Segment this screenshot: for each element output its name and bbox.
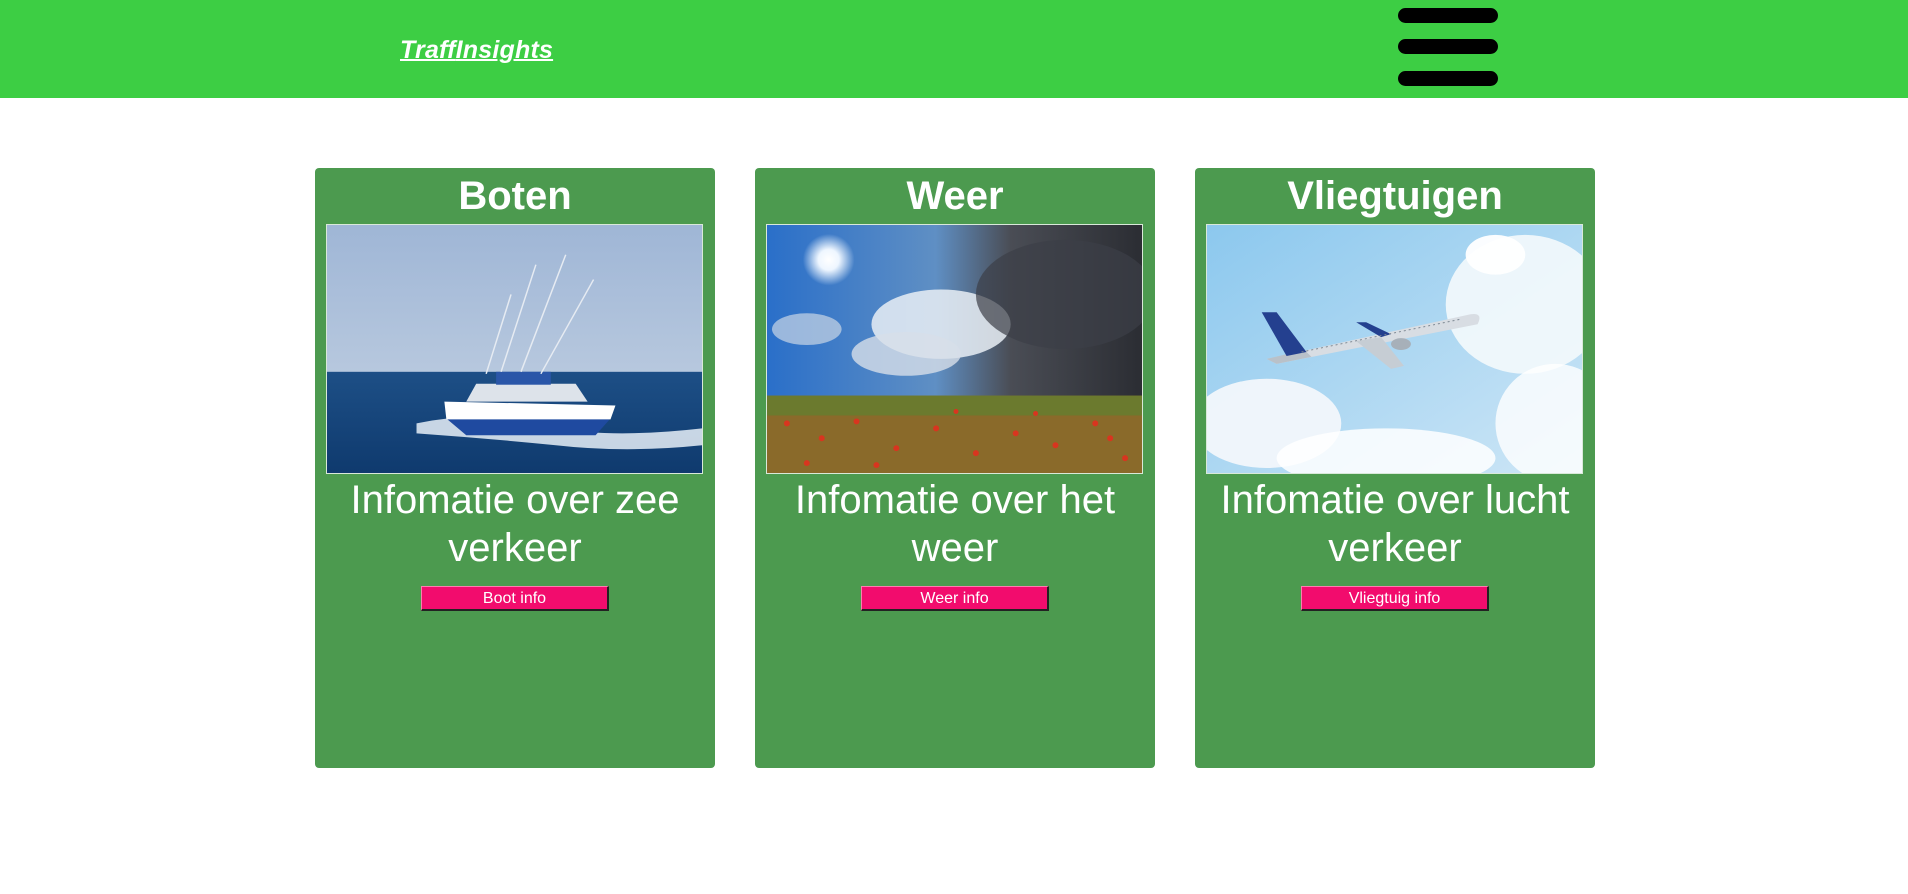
card-description: Infomatie over lucht verkeer — [1220, 478, 1570, 570]
airplane-image — [1206, 224, 1583, 474]
card-title: Boten — [458, 174, 572, 218]
boat-image — [326, 224, 703, 474]
top-navigation-bar: TraffInsights — [0, 0, 1908, 98]
stormy-sky-photo — [767, 225, 1142, 473]
vliegtuig-info-button[interactable]: Vliegtuig info — [1301, 586, 1489, 611]
card-vliegtuigen: Vliegtuigen Infomatie over lucht verkeer… — [1195, 168, 1595, 768]
site-logo-link[interactable]: TraffInsights — [400, 36, 553, 65]
card-title: Weer — [906, 174, 1004, 218]
card-description: Infomatie over het weer — [794, 478, 1116, 570]
logo-text-italic: Insights — [455, 36, 554, 64]
logo-text-plain: Traff — [400, 36, 456, 64]
motorboat-photo — [327, 225, 702, 473]
boot-info-button[interactable]: Boot info — [421, 586, 609, 611]
weer-info-button[interactable]: Weer info — [861, 586, 1049, 611]
card-title: Vliegtuigen — [1287, 174, 1503, 218]
card-boten: Boten Infomatie over zee verkeer Boot in… — [315, 168, 715, 768]
airplane-in-sky-photo — [1207, 225, 1582, 473]
hamburger-bar — [1398, 8, 1498, 23]
weather-image — [766, 224, 1143, 474]
hamburger-menu-icon[interactable] — [1398, 8, 1498, 88]
hamburger-bar — [1398, 71, 1498, 86]
card-description: Infomatie over zee verkeer — [350, 478, 680, 570]
card-weer: Weer Infomatie over het weer Weer info — [755, 168, 1155, 768]
hamburger-bar — [1398, 39, 1498, 54]
